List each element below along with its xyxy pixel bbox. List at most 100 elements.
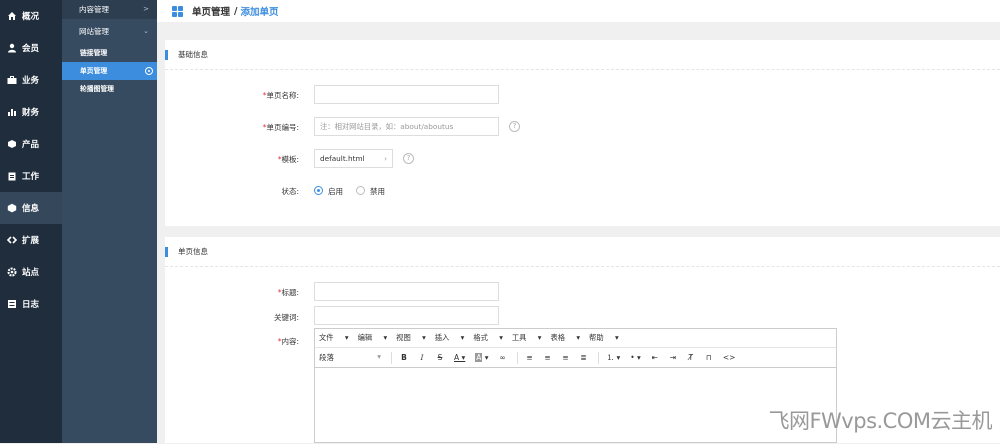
nav-item-overview[interactable]: 概况: [0, 0, 62, 32]
nav-label: 信息: [22, 204, 40, 214]
align-justify-icon[interactable]: ≣: [580, 353, 588, 362]
template-select[interactable]: default.html ›: [314, 149, 393, 168]
label-text: 单页编号:: [266, 123, 299, 132]
home-icon: [7, 11, 17, 21]
page-name-input[interactable]: [314, 85, 499, 104]
breadcrumb-separator: /: [234, 5, 238, 17]
menu-file[interactable]: 文件 ▾: [319, 333, 349, 343]
nav-item-products[interactable]: 产品: [0, 128, 62, 160]
nav-label: 扩展: [22, 236, 40, 246]
nav-label: 产品: [22, 140, 40, 150]
italic-icon[interactable]: I: [418, 353, 426, 362]
breadcrumb: 单页管理 / 添加单页: [157, 0, 1000, 22]
secondary-sidebar: 内容管理 > 网站管理 ⌄ 链接管理 单页管理 轮播图管理: [62, 0, 157, 443]
nav-item-log[interactable]: 日志: [0, 288, 62, 320]
title-input[interactable]: [314, 282, 499, 301]
help-icon[interactable]: ?: [403, 153, 414, 164]
indent-icon[interactable]: ⇥: [669, 353, 677, 362]
label-text: 单页名称:: [266, 91, 299, 100]
nav-label: 会员: [22, 44, 40, 54]
nav-item-extend[interactable]: 扩展: [0, 224, 62, 256]
box-icon: [7, 203, 17, 213]
nav-label: 日志: [22, 300, 40, 310]
field-label-template: *模板:: [165, 154, 299, 165]
status-enabled-label: 启用: [328, 187, 343, 196]
bold-icon[interactable]: B: [400, 353, 408, 362]
clear-format-icon[interactable]: T̸: [687, 353, 695, 362]
briefcase-icon: [7, 75, 17, 85]
basic-info-panel: 基础信息 *单页名称: *单页编号: 注：相对网站目录，如：about/abou…: [165, 40, 1000, 226]
bookmark-icon[interactable]: ⊓: [705, 353, 713, 362]
nav-label: 站点: [22, 268, 40, 278]
nav-item-members[interactable]: 会员: [0, 32, 62, 64]
section-title: 单页信息: [165, 237, 1000, 267]
menu-table[interactable]: 表格 ▾: [550, 333, 580, 343]
nav-item-business[interactable]: 业务: [0, 64, 62, 96]
status-disabled-radio[interactable]: [356, 186, 365, 195]
field-label-name: *单页名称:: [165, 90, 299, 101]
nav-item-finance[interactable]: 财务: [0, 96, 62, 128]
highlight-color-icon[interactable]: A ▾: [475, 353, 489, 362]
watermark: 飞网FWvps.COM云主机: [768, 409, 992, 433]
keywords-input[interactable]: [314, 306, 499, 325]
nav-label: 工作: [22, 172, 40, 182]
editor-content-area[interactable]: [315, 368, 836, 444]
format-select[interactable]: 段落 ▾: [319, 352, 381, 363]
breadcrumb-current: 添加单页: [240, 7, 279, 18]
grid-icon: [172, 5, 183, 17]
nav-item-work[interactable]: 工作: [0, 160, 62, 192]
page-code-input[interactable]: 注：相对网站目录，如：about/aboutus: [314, 117, 499, 136]
menu-item-links[interactable]: 链接管理: [62, 44, 157, 62]
align-left-icon[interactable]: ≡: [526, 353, 534, 362]
menu-item-label: 单页管理: [80, 67, 108, 75]
label-text: 标题:: [281, 288, 299, 297]
chevron-right-icon: ›: [384, 154, 387, 163]
menu-edit[interactable]: 编辑 ▾: [358, 333, 388, 343]
main-content: 单页管理 / 添加单页 基础信息 *单页名称: *单页编号: 注：相对网站目录，…: [157, 0, 1000, 443]
field-label-content: *内容:: [165, 336, 299, 347]
label-text: 模板:: [281, 155, 299, 164]
strikethrough-icon[interactable]: S: [436, 353, 444, 362]
gear-icon: [7, 267, 17, 277]
radio-dot-icon: [145, 67, 153, 75]
menu-insert[interactable]: 插入 ▾: [435, 333, 465, 343]
bar-chart-icon: [7, 107, 17, 117]
nav-label: 概况: [22, 12, 40, 22]
cube-icon: [7, 139, 17, 149]
link-icon[interactable]: ∞: [499, 353, 507, 362]
status-disabled-label: 禁用: [370, 187, 385, 196]
menu-item-carousel[interactable]: 轮播图管理: [62, 80, 157, 98]
chevron-down-icon: ⌄: [143, 27, 149, 35]
field-label-title: *标题:: [165, 287, 299, 298]
menu-group-label: 网站管理: [79, 27, 109, 36]
source-code-icon[interactable]: <>: [723, 353, 736, 362]
field-label-keywords: 关键词:: [273, 313, 299, 322]
status-enabled-radio[interactable]: [314, 186, 323, 195]
text-color-icon[interactable]: A ▾: [454, 353, 465, 362]
menu-help[interactable]: 帮助 ▾: [589, 333, 619, 343]
list-icon: [7, 299, 17, 309]
editor-toolbar: 段落 ▾ B I S A ▾ A ▾ ∞ ≡ ≡ ≡ ≣ ⒈ ▾ • ▾ ⇤ ⇥ …: [315, 348, 836, 368]
primary-sidebar: 概况 会员 业务 财务 产品 工作 信息 扩展 站点 日志: [0, 0, 62, 443]
rich-text-editor: 文件 ▾ 编辑 ▾ 视图 ▾ 插入 ▾ 格式 ▾ 工具 ▾ 表格 ▾ 帮助 ▾ …: [314, 328, 837, 443]
menu-group-content[interactable]: 内容管理 >: [62, 0, 157, 19]
menu-group-website[interactable]: 网站管理 ⌄: [62, 19, 157, 44]
label-text: 内容:: [281, 337, 299, 346]
menu-view[interactable]: 视图 ▾: [396, 333, 426, 343]
code-icon: [6, 235, 18, 245]
align-right-icon[interactable]: ≡: [562, 353, 570, 362]
nav-item-info[interactable]: 信息: [0, 192, 62, 224]
help-icon[interactable]: ?: [509, 121, 520, 132]
outdent-icon[interactable]: ⇤: [651, 353, 659, 362]
breadcrumb-parent[interactable]: 单页管理: [192, 4, 230, 18]
align-center-icon[interactable]: ≡: [544, 353, 552, 362]
menu-tools[interactable]: 工具 ▾: [512, 333, 542, 343]
chevron-right-icon: >: [143, 5, 149, 13]
nav-label: 业务: [22, 76, 40, 86]
menu-item-pages[interactable]: 单页管理: [62, 62, 157, 80]
template-value: default.html: [320, 154, 365, 163]
numbered-list-icon[interactable]: ⒈ ▾: [607, 352, 621, 363]
bullet-list-icon[interactable]: • ▾: [630, 353, 641, 362]
menu-format[interactable]: 格式 ▾: [473, 333, 503, 343]
nav-item-site[interactable]: 站点: [0, 256, 62, 288]
